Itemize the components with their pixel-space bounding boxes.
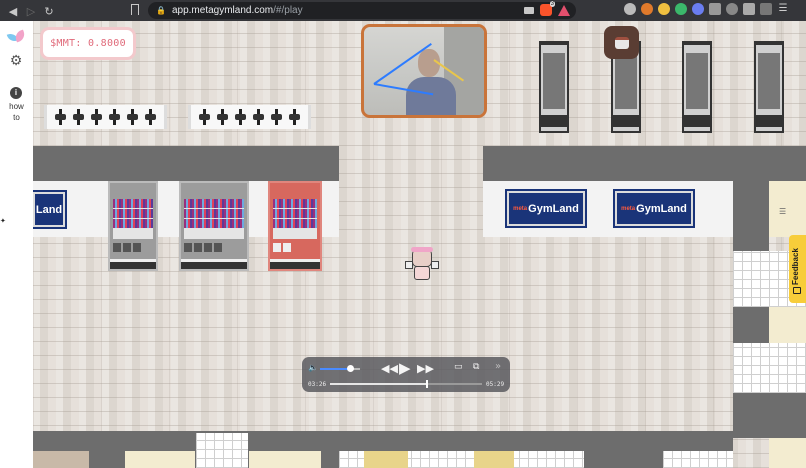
feedback-tab[interactable]: Feedback (789, 235, 806, 303)
bookmark-icon[interactable] (131, 4, 139, 15)
wall (483, 146, 806, 181)
app-logo[interactable] (6, 29, 27, 44)
fast-forward-icon[interactable]: ▶▶ (417, 363, 434, 374)
tile-floor (663, 451, 733, 468)
info-icon[interactable]: i (10, 87, 22, 99)
brave-rewards-icon[interactable] (558, 4, 570, 16)
feedback-icon (793, 287, 801, 294)
progress-bar[interactable] (330, 380, 482, 388)
brave-count: 3 (549, 1, 555, 7)
rewind-icon[interactable]: ◀◀ (381, 363, 398, 374)
cast-icon[interactable]: ▭ (454, 363, 463, 372)
dumbbell (198, 107, 210, 127)
wall (733, 393, 806, 438)
extension-icon[interactable] (675, 3, 687, 15)
player-avatar[interactable] (403, 247, 441, 283)
tabs-icon[interactable]: ☰ (779, 207, 786, 216)
current-time: 03:26 (308, 381, 327, 388)
dumbbell (216, 107, 228, 127)
wall (733, 307, 769, 343)
floor-area (769, 438, 806, 468)
progress-fill (330, 383, 426, 385)
expand-icon[interactable]: » (495, 362, 501, 372)
volume-fill (320, 368, 350, 370)
floor-area (125, 451, 195, 468)
tile-floor (733, 343, 806, 393)
mmt-balance: $MMT: 0.8000 (40, 27, 136, 60)
camera-icon[interactable] (524, 6, 534, 14)
treadmill[interactable] (536, 39, 572, 135)
volume-knob[interactable] (347, 365, 354, 372)
game-canvas[interactable]: $MMT: 0.8000 Land meta GymLand meta GymL… (33, 21, 806, 468)
feedback-label: Feedback (791, 248, 800, 285)
dumbbell (253, 107, 265, 127)
menu-icon[interactable]: ☰ (777, 3, 789, 15)
forward-icon[interactable]: ▷ (22, 2, 40, 20)
treadmill[interactable] (679, 39, 715, 135)
dumbbell (234, 107, 246, 127)
brand-banner: Land (33, 192, 65, 227)
floor-area (769, 307, 806, 343)
volume-slider[interactable] (320, 365, 360, 372)
gear-icon[interactable]: ⚙ (9, 54, 23, 68)
dumbbell (72, 107, 84, 127)
drink-fridge[interactable] (108, 181, 158, 271)
reload-icon[interactable]: ↻ (40, 2, 58, 20)
dumbbell (54, 107, 66, 127)
metamask-icon[interactable] (641, 3, 653, 15)
floor-area (249, 451, 321, 468)
brand-banner: meta GymLand (507, 191, 585, 226)
mirror (364, 451, 408, 468)
app-sidebar: ⚙ i how to ✦ (0, 21, 33, 468)
drink-fridge[interactable] (268, 181, 322, 271)
tile-floor (196, 433, 248, 468)
floor-area (769, 181, 806, 237)
avatar-arm (431, 261, 439, 269)
back-icon[interactable]: ◀ (4, 2, 22, 20)
dumbbell-rack (44, 105, 167, 129)
settings-icon[interactable] (726, 3, 738, 15)
extension-icon[interactable] (658, 3, 670, 15)
play-icon[interactable]: ▶ (399, 361, 411, 376)
wall (733, 181, 769, 251)
brand-banner: meta GymLand (615, 191, 693, 226)
shop-icon[interactable] (604, 26, 639, 59)
mirror (474, 451, 514, 468)
dumbbell (271, 107, 283, 127)
address-bar[interactable]: 🔒 app.metagymland.com/#/play 3 (148, 1, 576, 19)
extension-icon[interactable] (624, 3, 636, 15)
extensions-bar: ☰ (624, 3, 789, 15)
dumbbell (109, 107, 121, 127)
progress-knob[interactable] (425, 380, 428, 388)
brave-shields-icon[interactable]: 3 (540, 1, 555, 16)
volume-icon[interactable]: 🔈 (308, 363, 318, 372)
dumbbell (289, 107, 301, 127)
treadmill[interactable] (751, 39, 787, 135)
browser-toolbar: ◀ ▷ ↻ 🔒 app.metagymland.com/#/play 3 ☰ (0, 0, 806, 21)
sidebar-icon[interactable] (760, 3, 772, 15)
media-controls: 🔈 ◀◀ ▶ ▶▶ ▭ ⧉ » 03:26 05:29 (302, 357, 510, 392)
webcam-preview[interactable] (361, 24, 487, 118)
avatar-body (414, 266, 430, 280)
dumbbell (127, 107, 139, 127)
wall (33, 146, 339, 181)
dumbbell-rack (188, 105, 311, 129)
howto-link[interactable]: how to (0, 101, 33, 123)
floor-area (33, 451, 89, 468)
picture-in-picture-icon[interactable]: ⧉ (473, 363, 479, 372)
drink-fridge[interactable] (179, 181, 249, 271)
lock-icon: 🔒 (156, 6, 166, 15)
avatar-headband (411, 247, 433, 252)
dumbbell (145, 107, 157, 127)
url-text: app.metagymland.com/#/play (171, 5, 303, 16)
extension-icon[interactable] (709, 3, 721, 15)
extension-icon[interactable] (692, 3, 704, 15)
total-time: 05:29 (486, 381, 505, 388)
puzzle-icon[interactable] (743, 3, 755, 15)
mouse-cursor-icon: ✦ (0, 218, 6, 225)
dumbbell (90, 107, 102, 127)
